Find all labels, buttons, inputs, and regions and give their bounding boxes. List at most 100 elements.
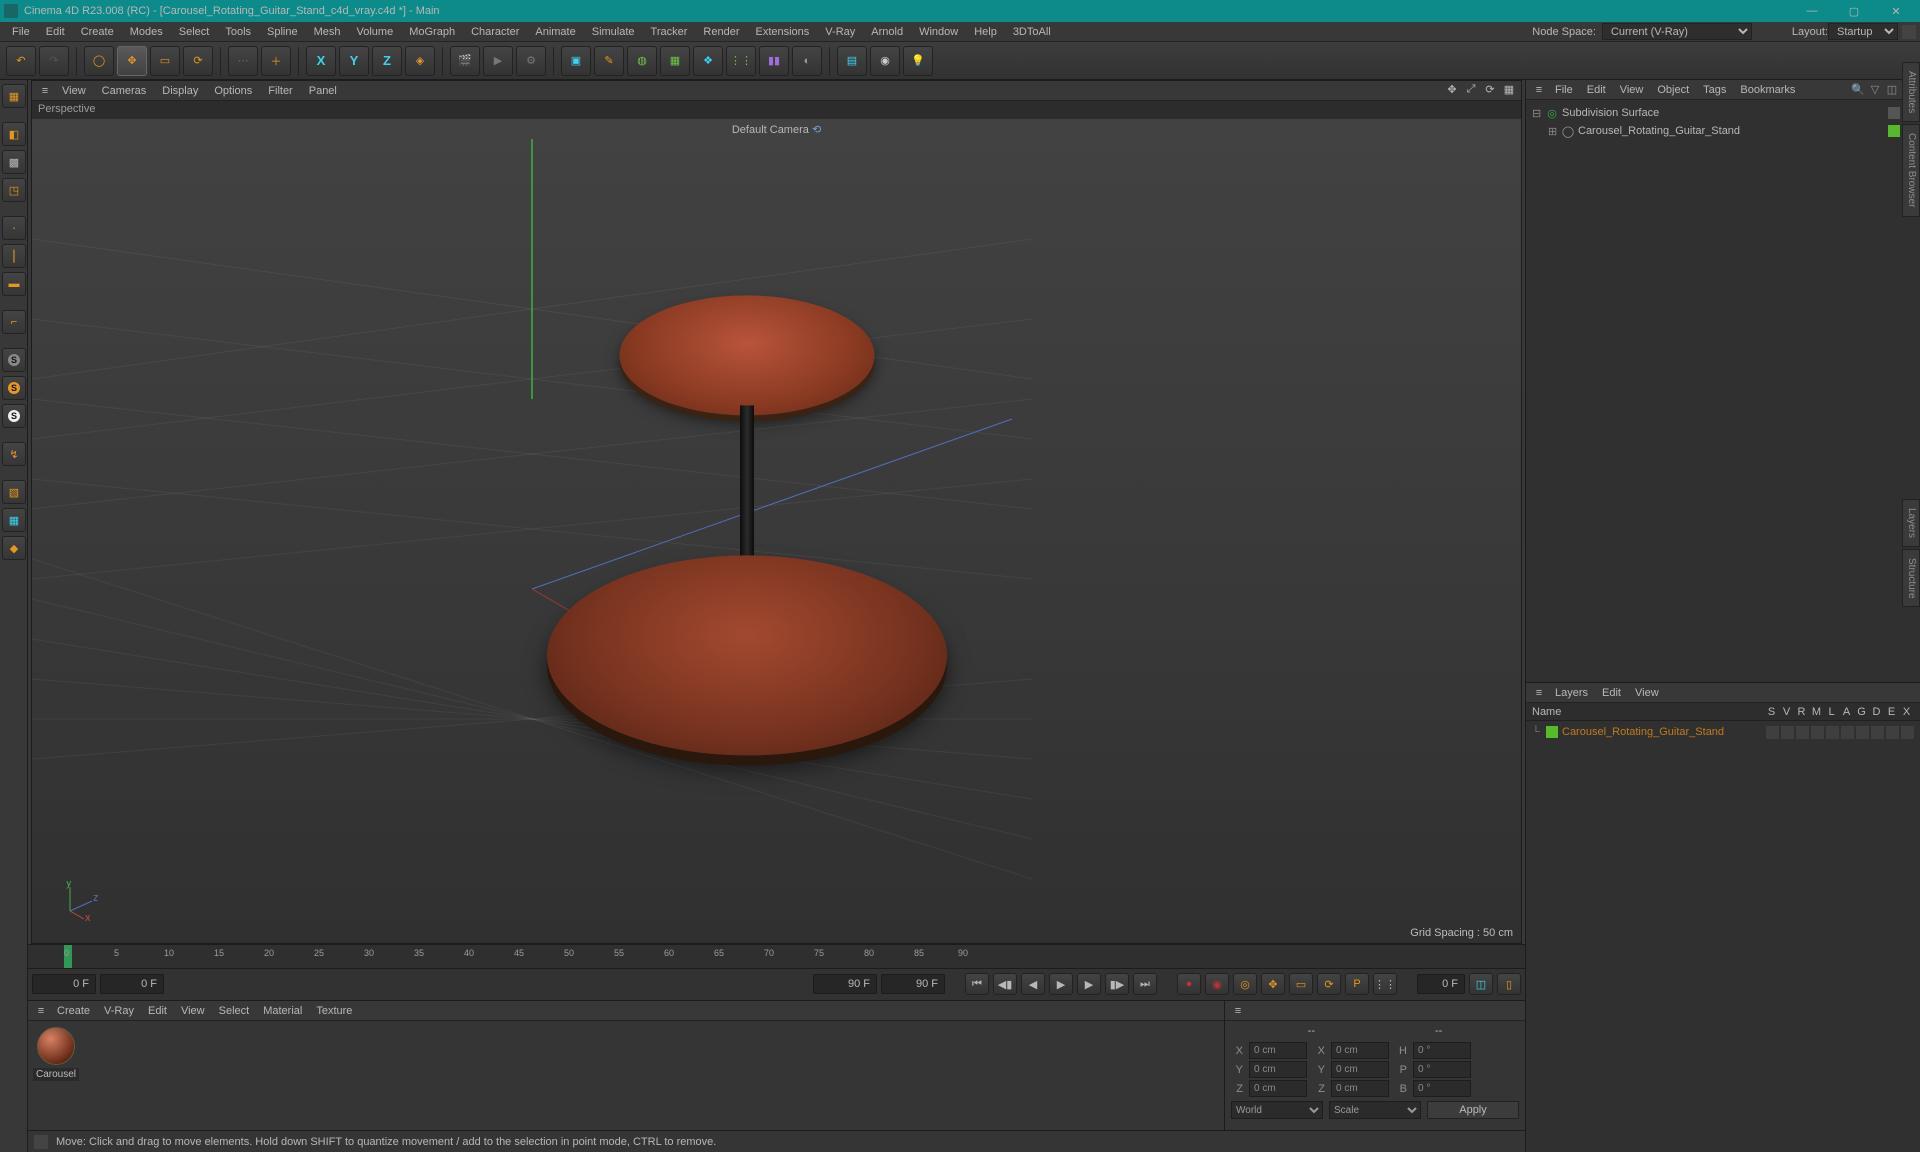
side-tab-content-browser[interactable]: Content Browser bbox=[1902, 124, 1920, 216]
prev-key-button[interactable]: ◀▮ bbox=[993, 973, 1017, 995]
layer-flag-v[interactable] bbox=[1781, 726, 1794, 739]
material-menu-view[interactable]: View bbox=[174, 1003, 212, 1019]
om-layer-icon[interactable]: ◫ bbox=[1885, 83, 1899, 97]
viewport-menu-cameras[interactable]: Cameras bbox=[94, 83, 155, 99]
viewport-3d-canvas[interactable]: Default Camera ⟲ y z x Grid Spacing : 50… bbox=[32, 119, 1521, 943]
pos-y-field[interactable] bbox=[1249, 1061, 1307, 1078]
rotate-tool[interactable]: ⟳ bbox=[183, 46, 213, 76]
om-menu-view[interactable]: View bbox=[1613, 82, 1651, 98]
rot-b-field[interactable] bbox=[1413, 1080, 1471, 1097]
camera-button[interactable]: ◐ bbox=[792, 46, 822, 76]
layer-flag-x[interactable] bbox=[1901, 726, 1914, 739]
floor-button[interactable]: ▤ bbox=[837, 46, 867, 76]
pos-z-field[interactable] bbox=[1249, 1080, 1307, 1097]
key-pos-button[interactable]: ✥ bbox=[1261, 973, 1285, 995]
next-frame-button[interactable]: ▶ bbox=[1077, 973, 1101, 995]
move-tool[interactable]: ✥ bbox=[117, 46, 147, 76]
material-menu-vray[interactable]: V-Ray bbox=[97, 1003, 141, 1019]
layers-menu-edit[interactable]: Edit bbox=[1595, 685, 1628, 701]
volume-button[interactable]: ▮▮ bbox=[759, 46, 789, 76]
node-space-dropdown[interactable]: Current (V-Ray) bbox=[1602, 23, 1752, 40]
om-menu-file[interactable]: File bbox=[1548, 82, 1580, 98]
om-menu-bookmarks[interactable]: Bookmarks bbox=[1733, 82, 1802, 98]
menu-tracker[interactable]: Tracker bbox=[643, 24, 696, 40]
play-button[interactable]: ▶ bbox=[1049, 973, 1073, 995]
layer-flag-a[interactable] bbox=[1841, 726, 1854, 739]
prev-frame-button[interactable]: ◀ bbox=[1021, 973, 1045, 995]
size-x-field[interactable] bbox=[1331, 1042, 1389, 1059]
key-param-button[interactable]: P bbox=[1345, 973, 1369, 995]
pos-x-field[interactable] bbox=[1249, 1042, 1307, 1059]
viewport-menu-options[interactable]: Options bbox=[206, 83, 260, 99]
menu-select[interactable]: Select bbox=[171, 24, 218, 40]
snap-toggle-button[interactable]: ⌐ bbox=[2, 310, 26, 334]
model-mode-button[interactable]: ◧ bbox=[2, 122, 26, 146]
viewport-menu-view[interactable]: View bbox=[54, 83, 94, 99]
material-name-label[interactable]: Carousel bbox=[33, 1068, 79, 1081]
timeline-settings-2[interactable]: ▯ bbox=[1497, 973, 1521, 995]
live-select-tool[interactable]: ◯ bbox=[84, 46, 114, 76]
field-button[interactable]: ▦ bbox=[660, 46, 690, 76]
menu-simulate[interactable]: Simulate bbox=[584, 24, 643, 40]
material-menu-select[interactable]: Select bbox=[212, 1003, 257, 1019]
s-tool-2[interactable]: S bbox=[2, 376, 26, 400]
mograph-button[interactable]: ⋮⋮ bbox=[726, 46, 756, 76]
om-menu-edit[interactable]: Edit bbox=[1580, 82, 1613, 98]
key-rot-button[interactable]: ⟳ bbox=[1317, 973, 1341, 995]
menu-3dtoall[interactable]: 3DToAll bbox=[1005, 24, 1059, 40]
layer-flag-r[interactable] bbox=[1796, 726, 1809, 739]
layer-expand-icon[interactable]: └ bbox=[1532, 726, 1542, 738]
side-tab-structure[interactable]: Structure bbox=[1902, 549, 1920, 608]
z-axis-toggle[interactable]: Z bbox=[372, 46, 402, 76]
viewport-nav-rotate-icon[interactable]: ⟳ bbox=[1482, 83, 1498, 99]
mesh-mode-1[interactable]: ▧ bbox=[2, 480, 26, 504]
pen-tool-button[interactable]: ✎ bbox=[594, 46, 624, 76]
timeline-end-field[interactable]: 90 F bbox=[813, 974, 877, 994]
size-y-field[interactable] bbox=[1331, 1061, 1389, 1078]
coord-mode-button[interactable]: ◈ bbox=[405, 46, 435, 76]
points-mode-button[interactable]: ⋅ bbox=[2, 216, 26, 240]
make-editable-button[interactable]: ▦ bbox=[2, 84, 26, 108]
rot-h-field[interactable] bbox=[1413, 1042, 1471, 1059]
menu-modes[interactable]: Modes bbox=[122, 24, 171, 40]
om-filter-icon[interactable]: ▽ bbox=[1868, 83, 1882, 97]
menu-window[interactable]: Window bbox=[911, 24, 966, 40]
viewport-menu-panel[interactable]: Panel bbox=[301, 83, 345, 99]
tree-label[interactable]: Subdivision Surface bbox=[1562, 107, 1885, 119]
texture-mode-button[interactable]: ▩ bbox=[2, 150, 26, 174]
layer-flag-m[interactable] bbox=[1811, 726, 1824, 739]
deformer-button[interactable]: ❖ bbox=[693, 46, 723, 76]
redo-button[interactable]: ↷ bbox=[39, 46, 69, 76]
coord-menu-icon[interactable]: ≡ bbox=[1229, 1005, 1247, 1017]
window-close-button[interactable]: ✕ bbox=[1884, 5, 1908, 18]
autokey-button[interactable]: ◉ bbox=[1205, 973, 1229, 995]
layer-row[interactable]: └ Carousel_Rotating_Guitar_Stand bbox=[1528, 723, 1918, 741]
size-z-field[interactable] bbox=[1331, 1080, 1389, 1097]
tree-label[interactable]: Carousel_Rotating_Guitar_Stand bbox=[1578, 125, 1885, 137]
coord-apply-button[interactable]: Apply bbox=[1427, 1101, 1519, 1119]
y-axis-toggle[interactable]: Y bbox=[339, 46, 369, 76]
layer-flag-d[interactable] bbox=[1871, 726, 1884, 739]
next-key-button[interactable]: ▮▶ bbox=[1105, 973, 1129, 995]
viewport-nav-layout-icon[interactable]: ▦ bbox=[1501, 83, 1517, 99]
goto-start-button[interactable]: ⏮ bbox=[965, 973, 989, 995]
key-mode-button[interactable]: ◎ bbox=[1233, 973, 1257, 995]
mesh-mode-3[interactable]: ◆ bbox=[2, 536, 26, 560]
material-menu-icon[interactable]: ≡ bbox=[32, 1005, 50, 1017]
edges-mode-button[interactable]: ⎮ bbox=[2, 244, 26, 268]
layer-flag-l[interactable] bbox=[1826, 726, 1839, 739]
menu-tools[interactable]: Tools bbox=[217, 24, 259, 40]
om-menu-object[interactable]: Object bbox=[1650, 82, 1696, 98]
scale-tool[interactable]: ▭ bbox=[150, 46, 180, 76]
render-view-button[interactable]: 🎬 bbox=[450, 46, 480, 76]
layer-flag-e[interactable] bbox=[1886, 726, 1899, 739]
mesh-mode-2[interactable]: ▦ bbox=[2, 508, 26, 532]
menu-mograph[interactable]: MoGraph bbox=[401, 24, 463, 40]
tree-expand-icon[interactable]: ⊞ bbox=[1548, 125, 1558, 138]
menu-vray[interactable]: V-Ray bbox=[817, 24, 863, 40]
viewport-menu-display[interactable]: Display bbox=[154, 83, 206, 99]
bulb-button[interactable]: 💡 bbox=[903, 46, 933, 76]
viewport-nav-zoom-icon[interactable]: ⤢ bbox=[1463, 83, 1479, 99]
layers-menu-view[interactable]: View bbox=[1628, 685, 1666, 701]
coord-size-dropdown[interactable]: Scale bbox=[1329, 1101, 1421, 1119]
